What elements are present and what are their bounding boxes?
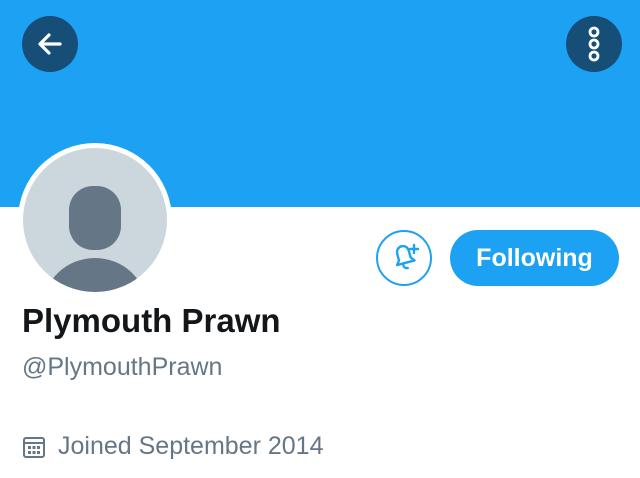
default-avatar-icon [23,148,167,292]
following-button-label: Following [476,243,593,272]
more-options-button[interactable] [566,16,622,72]
user-handle: @PlymouthPrawn [22,353,223,381]
bell-plus-icon [387,239,421,278]
following-button[interactable]: Following [450,230,619,286]
calendar-icon [22,435,46,459]
joined-date-row: Joined September 2014 [22,432,323,461]
display-name: Plymouth Prawn [22,302,281,339]
notifications-button[interactable] [376,230,432,286]
more-vertical-icon [584,26,604,62]
joined-date: Joined September 2014 [58,432,324,460]
back-button[interactable] [22,16,78,72]
arrow-left-icon [35,29,65,59]
avatar[interactable] [18,143,172,297]
